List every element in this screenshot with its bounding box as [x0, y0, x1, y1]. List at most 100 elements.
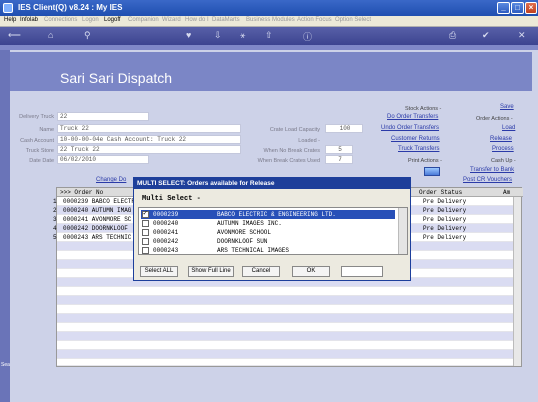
- save-link[interactable]: Save: [500, 104, 514, 110]
- grid-scrollbar[interactable]: [513, 197, 521, 366]
- name-field[interactable]: Truck 22: [57, 124, 241, 133]
- release-link[interactable]: Release: [490, 136, 512, 142]
- status-cell: Pre Delivery: [423, 198, 467, 205]
- page-title: Sari Sari Dispatch: [60, 70, 173, 86]
- list-item[interactable]: 0000241 AVONMORE SCHOOL: [141, 228, 395, 237]
- upload-icon[interactable]: ⇧: [265, 30, 273, 41]
- cancel-button[interactable]: Cancel: [242, 266, 280, 277]
- search-icon[interactable]: ⚲: [84, 30, 91, 41]
- break-field[interactable]: 7: [325, 155, 353, 164]
- truck-transfers-link[interactable]: Truck Transfers: [398, 146, 439, 152]
- row-number: 5: [53, 234, 57, 241]
- order-cell: 0000243 ARS TECHNIC: [63, 234, 132, 241]
- truck-store-field[interactable]: 22 Truck 22: [57, 145, 241, 154]
- status-cell: Pre Delivery: [423, 225, 467, 232]
- list-scrollbar[interactable]: [398, 208, 407, 254]
- ok-button[interactable]: OK: [292, 266, 330, 277]
- empty-row: [57, 314, 515, 323]
- heart-icon[interactable]: ♥: [186, 30, 191, 40]
- share-icon[interactable]: ⚹: [240, 30, 245, 41]
- load-link[interactable]: Load: [502, 125, 515, 131]
- date-field[interactable]: 06/02/2010: [57, 155, 149, 164]
- row-number: 1: [53, 198, 57, 205]
- dialog-title: MULTI SELECT: Orders available for Relea…: [134, 178, 410, 189]
- menu-logon[interactable]: Logon: [82, 17, 99, 23]
- left-rail: Sea: [0, 50, 10, 402]
- show-full-line-button[interactable]: Show Full Line: [188, 266, 234, 277]
- print-icon[interactable]: [424, 167, 440, 176]
- info-icon[interactable]: ⓘ: [303, 30, 312, 43]
- item-name: DOORNKLOOF SUN: [217, 238, 268, 245]
- status-cell: Pre Delivery: [423, 207, 467, 214]
- col-am-header[interactable]: Am: [503, 189, 510, 196]
- print-icon[interactable]: ⎙: [449, 30, 456, 41]
- item-code: 0000240: [153, 220, 179, 227]
- back-icon[interactable]: ⟵: [8, 30, 21, 41]
- menu-wizard[interactable]: Wizard: [162, 17, 181, 23]
- menu-how-do-i[interactable]: How do I: [185, 17, 209, 23]
- empty-row: [57, 305, 515, 314]
- dialog-heading: Multi Select -: [142, 195, 201, 203]
- customer-returns-link[interactable]: Customer Returns: [391, 136, 440, 142]
- download-icon[interactable]: ⇩: [214, 30, 222, 41]
- empty-row: [57, 296, 515, 305]
- menu-infolab[interactable]: Infolab: [20, 17, 38, 23]
- order-cell: 0000240 AUTUMN IMAG: [63, 207, 132, 214]
- list-item[interactable]: 0000243 ARS TECHNICAL IMAGES: [141, 246, 395, 255]
- crate-capacity-field[interactable]: 100: [325, 124, 363, 133]
- list-item[interactable]: 0000242 DOORNKLOOF SUN: [141, 237, 395, 246]
- order-cell: 0000241 AVONMORE SC: [63, 216, 132, 223]
- status-cell: Pre Delivery: [423, 216, 467, 223]
- do-order-transfers-link[interactable]: Do Order Transfers: [387, 114, 438, 120]
- multi-select-list: 0000239 BABCO ELECTRIC & ENGINEERING LTD…: [138, 207, 408, 255]
- menu-option-select[interactable]: Option Select: [335, 17, 371, 23]
- menu-action-focus[interactable]: Action Focus: [297, 17, 332, 23]
- close-window-button[interactable]: ×: [525, 2, 537, 14]
- left-rail-label: Sea: [1, 362, 10, 368]
- home-icon[interactable]: ⌂: [48, 30, 53, 40]
- break-label: When Break Crates Used: [257, 158, 320, 164]
- item-code: 0000239: [153, 211, 179, 218]
- maximize-button[interactable]: □: [511, 2, 524, 14]
- process-link[interactable]: Process: [492, 146, 514, 152]
- page-header: Sari Sari Dispatch: [10, 52, 532, 91]
- window-titlebar: IES Client(Q) v8.24 : My IES _ □ ×: [0, 0, 538, 16]
- empty-row: [57, 332, 515, 341]
- minimize-button[interactable]: _: [497, 2, 510, 14]
- item-checkbox[interactable]: [142, 238, 149, 245]
- menu-connections[interactable]: Connections: [44, 17, 77, 23]
- delivery-truck-field[interactable]: 22: [57, 112, 149, 121]
- no-break-field[interactable]: 5: [325, 145, 353, 154]
- item-code: 0000241: [153, 229, 179, 236]
- post-cr-vouchers-link[interactable]: Post CR Vouchers: [463, 177, 512, 183]
- list-item[interactable]: 0000240 AUTUMN IMAGES INC.: [141, 219, 395, 228]
- order-cell: 0000242 DOORNKLOOF: [63, 225, 128, 232]
- item-name: BABCO ELECTRIC & ENGINEERING LTD.: [217, 211, 336, 218]
- undo-order-transfers-link[interactable]: Undo Order Transfers: [381, 125, 439, 131]
- check-icon[interactable]: ✔: [482, 30, 490, 41]
- cash-account-field[interactable]: 10-00-00-04e Cash Account: Truck 22: [57, 135, 241, 144]
- print-actions-heading: Print Actions -: [408, 158, 442, 164]
- item-checkbox[interactable]: [142, 247, 149, 254]
- truck-store-label: Truck Store: [25, 148, 54, 154]
- empty-row: [57, 323, 515, 332]
- change-link[interactable]: Change Do: [96, 177, 126, 183]
- menu-companion[interactable]: Companion: [128, 17, 159, 23]
- transfer-to-bank-link[interactable]: Transfer to Bank: [470, 167, 514, 173]
- row-number: 3: [53, 216, 57, 223]
- window-title: IES Client(Q) v8.24 : My IES: [18, 3, 123, 12]
- close-icon[interactable]: ✕: [518, 30, 526, 41]
- item-checkbox[interactable]: [142, 210, 149, 219]
- col-status-header[interactable]: Order Status: [419, 189, 462, 196]
- menu-datamarts[interactable]: DataMarts: [212, 17, 240, 23]
- menu-business-modules[interactable]: Business Modules: [246, 17, 295, 23]
- item-checkbox[interactable]: [142, 220, 149, 227]
- menu-help[interactable]: Help: [4, 17, 16, 23]
- dialog-input[interactable]: [341, 266, 383, 277]
- list-item[interactable]: 0000239 BABCO ELECTRIC & ENGINEERING LTD…: [141, 210, 395, 219]
- col-order-header[interactable]: >>> Order No: [60, 189, 103, 196]
- select-all-button[interactable]: Select ALL: [140, 266, 178, 277]
- name-label: Name: [39, 127, 54, 133]
- item-checkbox[interactable]: [142, 229, 149, 236]
- menu-logoff[interactable]: Logoff: [104, 17, 121, 23]
